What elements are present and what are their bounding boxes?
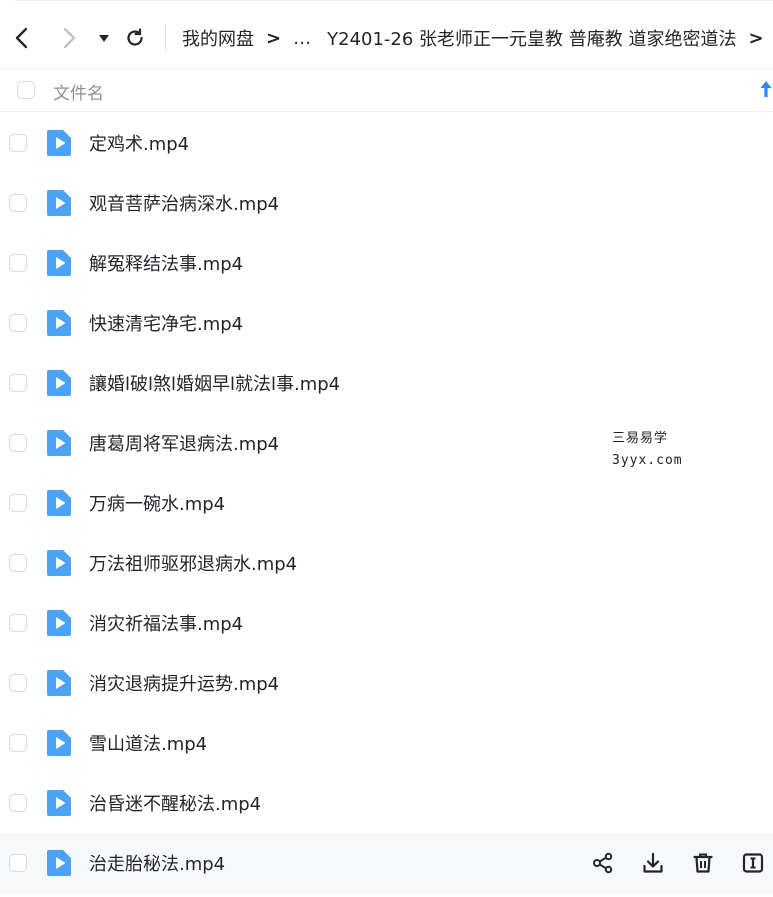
file-name[interactable]: 定鸡术.mp4: [89, 130, 189, 156]
navigation-bar: 我的网盘 > … Y2401-26 张老师正一元皇教 普庵教 道家绝密道法 >: [0, 0, 773, 68]
row-checkbox[interactable]: [9, 134, 27, 152]
row-checkbox[interactable]: [9, 854, 27, 872]
file-name[interactable]: 唐葛周将军退病法.mp4: [89, 430, 279, 456]
download-button[interactable]: [635, 845, 671, 881]
row-checkbox[interactable]: [9, 494, 27, 512]
breadcrumb-ellipsis[interactable]: …: [293, 28, 311, 49]
file-name[interactable]: 消灾祈福法事.mp4: [89, 610, 243, 636]
file-row[interactable]: 雪山道法.mp4: [0, 713, 773, 773]
video-file-icon: [46, 309, 72, 337]
sort-ascending-button[interactable]: [760, 80, 772, 102]
row-checkbox[interactable]: [9, 254, 27, 272]
video-file-icon: [46, 189, 72, 217]
file-row[interactable]: 观音菩萨治病深水.mp4: [0, 173, 773, 233]
file-list-header: 文件名: [0, 68, 773, 112]
file-row[interactable]: 治走胎秘法.mp4: [0, 833, 773, 893]
refresh-button[interactable]: [119, 22, 151, 54]
watermark-line2: 3yyx.com: [612, 453, 683, 468]
video-file-icon: [46, 429, 72, 457]
video-file-icon: [46, 789, 72, 817]
file-name[interactable]: 万法祖师驱邪退病水.mp4: [89, 550, 297, 576]
video-file-icon: [46, 549, 72, 577]
video-file-icon: [46, 129, 72, 157]
row-checkbox[interactable]: [9, 614, 27, 632]
breadcrumb-separator: >: [266, 27, 282, 49]
file-name[interactable]: 快速清宅净宅.mp4: [89, 310, 243, 336]
row-checkbox[interactable]: [9, 194, 27, 212]
row-actions: [571, 833, 773, 893]
video-file-icon: [46, 249, 72, 277]
share-button[interactable]: [585, 845, 621, 881]
row-checkbox[interactable]: [9, 734, 27, 752]
file-name[interactable]: 万病一碗水.mp4: [89, 490, 225, 516]
file-row[interactable]: 万病一碗水.mp4: [0, 473, 773, 533]
file-name[interactable]: 治昏迷不醒秘法.mp4: [89, 790, 261, 816]
row-checkbox[interactable]: [9, 434, 27, 452]
back-button[interactable]: [6, 22, 38, 54]
row-checkbox[interactable]: [9, 374, 27, 392]
file-row[interactable]: 消灾祈福法事.mp4: [0, 593, 773, 653]
file-name[interactable]: 解冤释结法事.mp4: [89, 250, 243, 276]
video-file-icon: [46, 729, 72, 757]
column-header-filename[interactable]: 文件名: [53, 79, 104, 104]
caret-down-icon: [99, 35, 109, 42]
row-checkbox[interactable]: [9, 554, 27, 572]
history-dropdown-button[interactable]: [88, 22, 120, 54]
breadcrumb-root[interactable]: 我的网盘: [182, 25, 254, 51]
file-row[interactable]: 解冤释结法事.mp4: [0, 233, 773, 293]
video-file-icon: [46, 369, 72, 397]
file-name[interactable]: 雪山道法.mp4: [89, 730, 207, 756]
breadcrumb: 我的网盘 > … Y2401-26 张老师正一元皇教 普庵教 道家绝密道法 >: [182, 22, 773, 54]
select-all-checkbox[interactable]: [17, 81, 35, 99]
file-row[interactable]: 消灾退病提升运势.mp4: [0, 653, 773, 713]
watermark-line1: 三易易学: [612, 431, 669, 446]
forward-button[interactable]: [53, 22, 85, 54]
breadcrumb-separator: >: [748, 27, 764, 49]
chevron-right-icon: [63, 27, 76, 49]
breadcrumb-current-folder[interactable]: Y2401-26 张老师正一元皇教 普庵教 道家绝密道法: [327, 25, 736, 51]
watermark: 三易易学 3yyx.com: [612, 428, 683, 472]
arrow-up-icon: [760, 81, 772, 97]
delete-button[interactable]: [685, 845, 721, 881]
video-file-icon: [46, 609, 72, 637]
row-checkbox[interactable]: [9, 794, 27, 812]
file-row[interactable]: 万法祖师驱邪退病水.mp4: [0, 533, 773, 593]
file-row[interactable]: 讓婚l破l煞l婚姻早l就法l事.mp4: [0, 353, 773, 413]
row-checkbox[interactable]: [9, 674, 27, 692]
video-file-icon: [46, 849, 72, 877]
rename-button[interactable]: [735, 845, 771, 881]
file-name[interactable]: 讓婚l破l煞l婚姻早l就法l事.mp4: [89, 370, 340, 396]
file-row[interactable]: 定鸡术.mp4: [0, 113, 773, 173]
download-icon: [642, 852, 664, 874]
row-checkbox[interactable]: [9, 314, 27, 332]
file-row[interactable]: 治昏迷不醒秘法.mp4: [0, 773, 773, 833]
chevron-left-icon: [15, 27, 28, 49]
file-row[interactable]: 快速清宅净宅.mp4: [0, 293, 773, 353]
file-name[interactable]: 治走胎秘法.mp4: [89, 850, 225, 876]
file-name[interactable]: 观音菩萨治病深水.mp4: [89, 190, 279, 216]
refresh-icon: [127, 28, 143, 46]
video-file-icon: [46, 669, 72, 697]
share-icon: [592, 852, 614, 874]
nav-divider: [165, 24, 166, 52]
rename-icon: [742, 852, 764, 874]
delete-icon: [692, 852, 714, 874]
file-name[interactable]: 消灾退病提升运势.mp4: [89, 670, 279, 696]
video-file-icon: [46, 489, 72, 517]
